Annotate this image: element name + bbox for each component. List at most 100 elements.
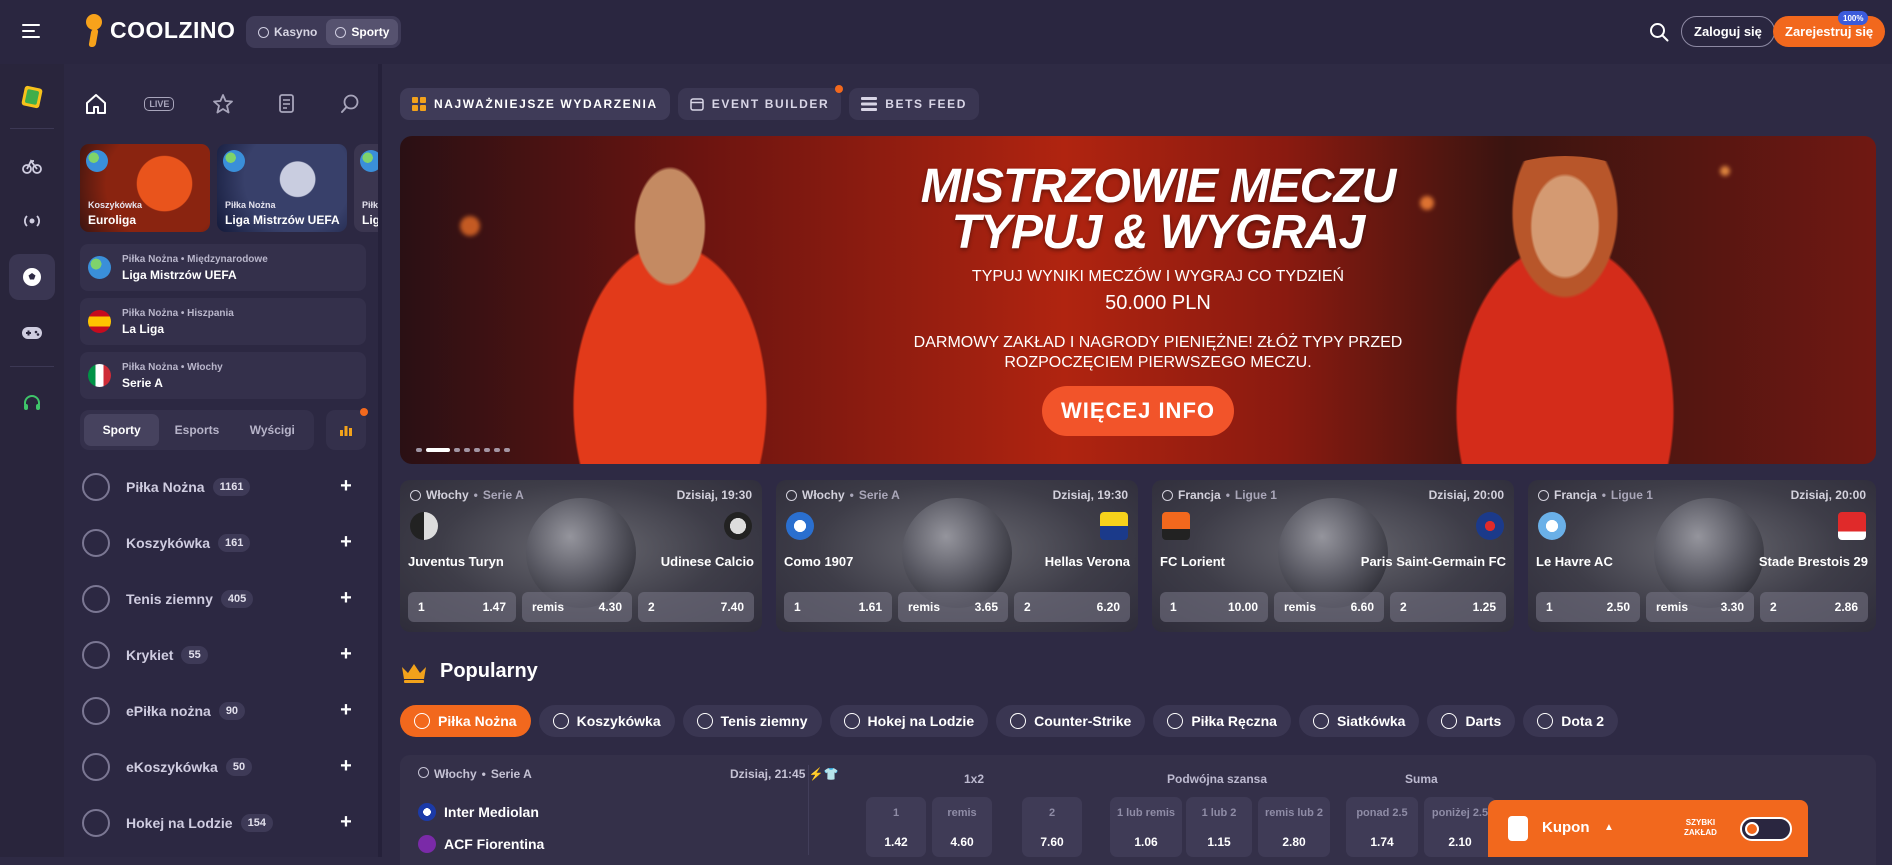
- sport-item-efootball[interactable]: ePiłka nożna 90 +: [80, 691, 366, 731]
- tile-euroliga[interactable]: Koszykówka Euroliga: [80, 144, 210, 232]
- soccer-ball-icon[interactable]: [9, 254, 55, 300]
- expand-icon[interactable]: +: [336, 532, 356, 553]
- league-sub: Piłka Nożna • Międzynarodowe: [122, 254, 268, 265]
- tab-top-events[interactable]: NAJWAŻNIEJSZE WYDARZENIA: [400, 88, 670, 120]
- expand-icon[interactable]: +: [336, 700, 356, 721]
- betslip-icon[interactable]: [255, 82, 319, 126]
- segment-racing[interactable]: Wyścigi: [235, 414, 310, 446]
- login-button[interactable]: Zaloguj się: [1681, 16, 1775, 47]
- carousel-dot[interactable]: [464, 448, 470, 452]
- live-label: LIVE: [144, 97, 175, 111]
- menu-icon[interactable]: [22, 24, 40, 38]
- odd-cell[interactable]: 1 1.42: [866, 797, 926, 857]
- logo[interactable]: COOLZINO: [80, 12, 235, 48]
- sport-item-basketball[interactable]: Koszykówka 161 +: [80, 523, 366, 563]
- gamepad-icon[interactable]: [9, 310, 55, 356]
- sport-name: Koszykówka: [126, 535, 211, 551]
- odd-away-button[interactable]: 2 2.86: [1760, 592, 1868, 622]
- banner-more-info-button[interactable]: WIĘCEJ INFO: [1042, 386, 1234, 436]
- match-card[interactable]: Francja • Ligue 1 Dzisiaj, 20:00 FC Lorien…: [1152, 480, 1514, 632]
- home-icon[interactable]: [64, 82, 128, 126]
- match-card[interactable]: Włochy • Serie A Dzisiaj, 19:30 Juventus T…: [400, 480, 762, 632]
- promo-card-icon[interactable]: [9, 74, 55, 120]
- football-bicycle-icon[interactable]: [9, 142, 55, 188]
- odd-draw-button[interactable]: remis 3.30: [1646, 592, 1754, 622]
- odd-cell[interactable]: remis 4.60: [932, 797, 992, 857]
- search-icon[interactable]: [1649, 22, 1669, 42]
- sport-item-tennis[interactable]: Tenis ziemny 405 +: [80, 579, 366, 619]
- match-card[interactable]: Francja • Ligue 1 Dzisiaj, 20:00 Le Havre …: [1528, 480, 1876, 632]
- carousel-dot[interactable]: [454, 448, 460, 452]
- chip-volleyball[interactable]: Siatkówka: [1298, 705, 1420, 737]
- sport-item-ebasketball[interactable]: eKoszykówka 50 +: [80, 747, 366, 787]
- odd-home-button[interactable]: 1 1.47: [408, 592, 516, 622]
- stats-button[interactable]: [326, 408, 368, 450]
- live-icon[interactable]: LIVE: [128, 82, 192, 126]
- chip-basketball[interactable]: Koszykówka: [538, 705, 675, 737]
- star-icon[interactable]: [191, 82, 255, 126]
- chip-tennis[interactable]: Tenis ziemny: [682, 705, 822, 737]
- odd-draw-button[interactable]: remis 6.60: [1274, 592, 1384, 622]
- chip-dota2[interactable]: Dota 2: [1523, 705, 1619, 737]
- chip-handball[interactable]: Piłka Ręczna: [1153, 705, 1291, 737]
- odd-away-button[interactable]: 2 1.25: [1390, 592, 1506, 622]
- odd-draw-button[interactable]: remis 4.30: [522, 592, 632, 622]
- odd-home-button[interactable]: 1 1.61: [784, 592, 892, 622]
- sidebar-tabs: LIVE: [64, 82, 382, 126]
- coupon-bar[interactable]: Kupon ▲ SZYBKI ZAKŁAD: [1488, 800, 1808, 857]
- chip-darts[interactable]: Darts: [1427, 705, 1516, 737]
- sidebar-search-icon[interactable]: [318, 82, 382, 126]
- match-card[interactable]: Włochy • Serie A Dzisiaj, 19:30 Como 1907 …: [776, 480, 1138, 632]
- expand-icon[interactable]: +: [336, 476, 356, 497]
- expand-icon[interactable]: +: [336, 644, 356, 665]
- league-item-champions[interactable]: Piłka Nożna • Międzynarodowe Liga Mistrz…: [80, 244, 366, 291]
- carousel-dot[interactable]: [484, 448, 490, 452]
- sport-item-icehockey[interactable]: Hokej na Lodzie 154 +: [80, 803, 366, 843]
- chip-football[interactable]: Piłka Nożna: [400, 705, 531, 737]
- chip-counter-strike[interactable]: Counter-Strike: [996, 705, 1146, 737]
- expand-icon[interactable]: +: [336, 756, 356, 777]
- carousel-dot[interactable]: [416, 448, 422, 452]
- mode-casino-button[interactable]: Kasyno: [249, 19, 326, 45]
- register-badge: 100%: [1838, 11, 1869, 25]
- fast-bet-toggle[interactable]: [1740, 817, 1792, 841]
- sport-item-cricket[interactable]: Krykiet 55 +: [80, 635, 366, 675]
- odd-cell[interactable]: 1 lub 2 1.15: [1186, 797, 1252, 857]
- carousel-dot[interactable]: [504, 448, 510, 452]
- odd-cell[interactable]: 1 lub remis 1.06: [1110, 797, 1182, 857]
- tab-event-builder[interactable]: EVENT BUILDER: [677, 85, 844, 120]
- odd-home-button[interactable]: 1 10.00: [1160, 592, 1268, 622]
- tab-bets-feed[interactable]: BETS FEED: [849, 88, 979, 120]
- promo-banner[interactable]: MISTRZOWIE MECZU TYPUJ & WYGRAJ TYPUJ WY…: [400, 136, 1876, 464]
- odd-cell[interactable]: remis lub 2 2.80: [1258, 797, 1330, 857]
- mode-sports-button[interactable]: Sporty: [326, 19, 399, 45]
- live-signal-icon[interactable]: [9, 198, 55, 244]
- league-item-seriea[interactable]: Piłka Nożna • Włochy Serie A: [80, 352, 366, 399]
- segment-sports[interactable]: Sporty: [84, 414, 160, 446]
- odd-away-button[interactable]: 2 7.40: [638, 592, 754, 622]
- sport-item-football[interactable]: Piłka Nożna 1161 +: [80, 467, 366, 507]
- expand-icon[interactable]: +: [336, 812, 356, 833]
- league-item-laliga[interactable]: Piłka Nożna • Hiszpania La Liga: [80, 298, 366, 345]
- odd-home-button[interactable]: 1 2.50: [1536, 592, 1640, 622]
- sport-count: 50: [225, 758, 253, 776]
- tile-champions-league[interactable]: Piłka Nożna Liga Mistrzów UEFA: [217, 144, 347, 232]
- segment-esports[interactable]: Esports: [159, 414, 234, 446]
- carousel-dot[interactable]: [426, 448, 450, 452]
- odd-cell[interactable]: ponad 2.5 1.74: [1346, 797, 1418, 857]
- odd-cell[interactable]: poniżej 2.5 2.10: [1424, 797, 1496, 857]
- carousel-dot[interactable]: [474, 448, 480, 452]
- tile-sub: Piłka Nożna: [225, 200, 276, 210]
- odd-away-button[interactable]: 2 6.20: [1014, 592, 1130, 622]
- tile-sub: Koszykówka: [88, 200, 143, 210]
- expand-icon[interactable]: +: [336, 588, 356, 609]
- odd-cell[interactable]: 2 7.60: [1022, 797, 1082, 857]
- odd-draw-button[interactable]: remis 3.65: [898, 592, 1008, 622]
- carousel-dot[interactable]: [494, 448, 500, 452]
- headset-icon[interactable]: [9, 380, 55, 426]
- dota2-icon: [1537, 713, 1554, 729]
- chip-ice-hockey[interactable]: Hokej na Lodzie: [829, 705, 989, 737]
- chevron-up-icon[interactable]: ▲: [1604, 822, 1614, 833]
- sidebar-scrollbar[interactable]: [378, 64, 382, 857]
- register-button[interactable]: Zarejestruj się: [1773, 16, 1886, 47]
